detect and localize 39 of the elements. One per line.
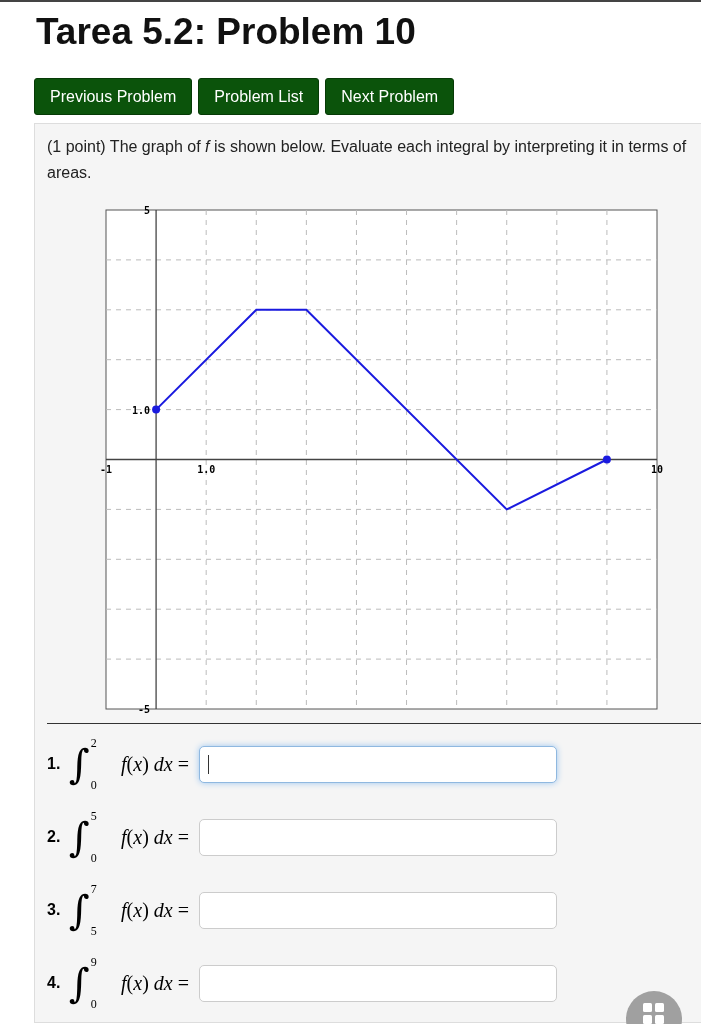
integrand: f(x) dx = bbox=[121, 752, 189, 776]
problem-text: (1 point) The graph of f is shown below. Evaluate each integral by interpreting it in terms of areas. bbox=[47, 137, 688, 183]
answer-field[interactable] bbox=[198, 964, 557, 1002]
integrand: f(x) dx = bbox=[121, 825, 189, 849]
grid-icon bbox=[643, 1003, 665, 1024]
integrand: f(x) dx = bbox=[121, 898, 189, 922]
nav-button[interactable]: Previous Problem bbox=[34, 78, 193, 115]
tick-label: -1 bbox=[100, 463, 112, 475]
nav-button[interactable]: Problem List bbox=[198, 78, 320, 115]
integrand: f(x) dx = bbox=[121, 971, 189, 995]
lower-limit: 0 bbox=[90, 997, 97, 1011]
upper-limit: 9 bbox=[90, 955, 97, 969]
question-number: 3. bbox=[47, 901, 62, 919]
lower-limit: 5 bbox=[90, 924, 97, 938]
integral-sign: ∫ bbox=[69, 813, 90, 862]
text-cursor bbox=[207, 754, 209, 774]
page-title: Tarea 5.2: Problem 10 bbox=[36, 10, 417, 54]
tick-label: 10 bbox=[651, 463, 663, 475]
lower-limit: 0 bbox=[90, 851, 97, 865]
endpoint-dot bbox=[602, 455, 611, 464]
question-number: 2. bbox=[47, 828, 62, 846]
question-number: 4. bbox=[47, 974, 62, 992]
tick-label: 5 bbox=[144, 205, 151, 216]
upper-limit: 2 bbox=[90, 736, 97, 750]
endpoint-dot bbox=[152, 405, 161, 414]
integral-sign: ∫ bbox=[69, 886, 90, 935]
lower-limit: 0 bbox=[90, 778, 97, 792]
tick-label: -5 bbox=[138, 704, 151, 715]
tick-label: 1.0 bbox=[132, 404, 151, 416]
answer-field[interactable] bbox=[198, 745, 557, 783]
answer-field[interactable] bbox=[198, 891, 557, 929]
integral-sign: ∫ bbox=[69, 740, 90, 789]
integral-sign: ∫ bbox=[69, 959, 90, 1008]
question-number: 1. bbox=[47, 755, 62, 773]
upper-limit: 7 bbox=[90, 882, 97, 896]
tick-label: 1.0 bbox=[197, 463, 216, 475]
upper-limit: 5 bbox=[90, 809, 97, 823]
nav-button[interactable]: Next Problem bbox=[325, 78, 455, 115]
answer-field[interactable] bbox=[198, 818, 557, 856]
